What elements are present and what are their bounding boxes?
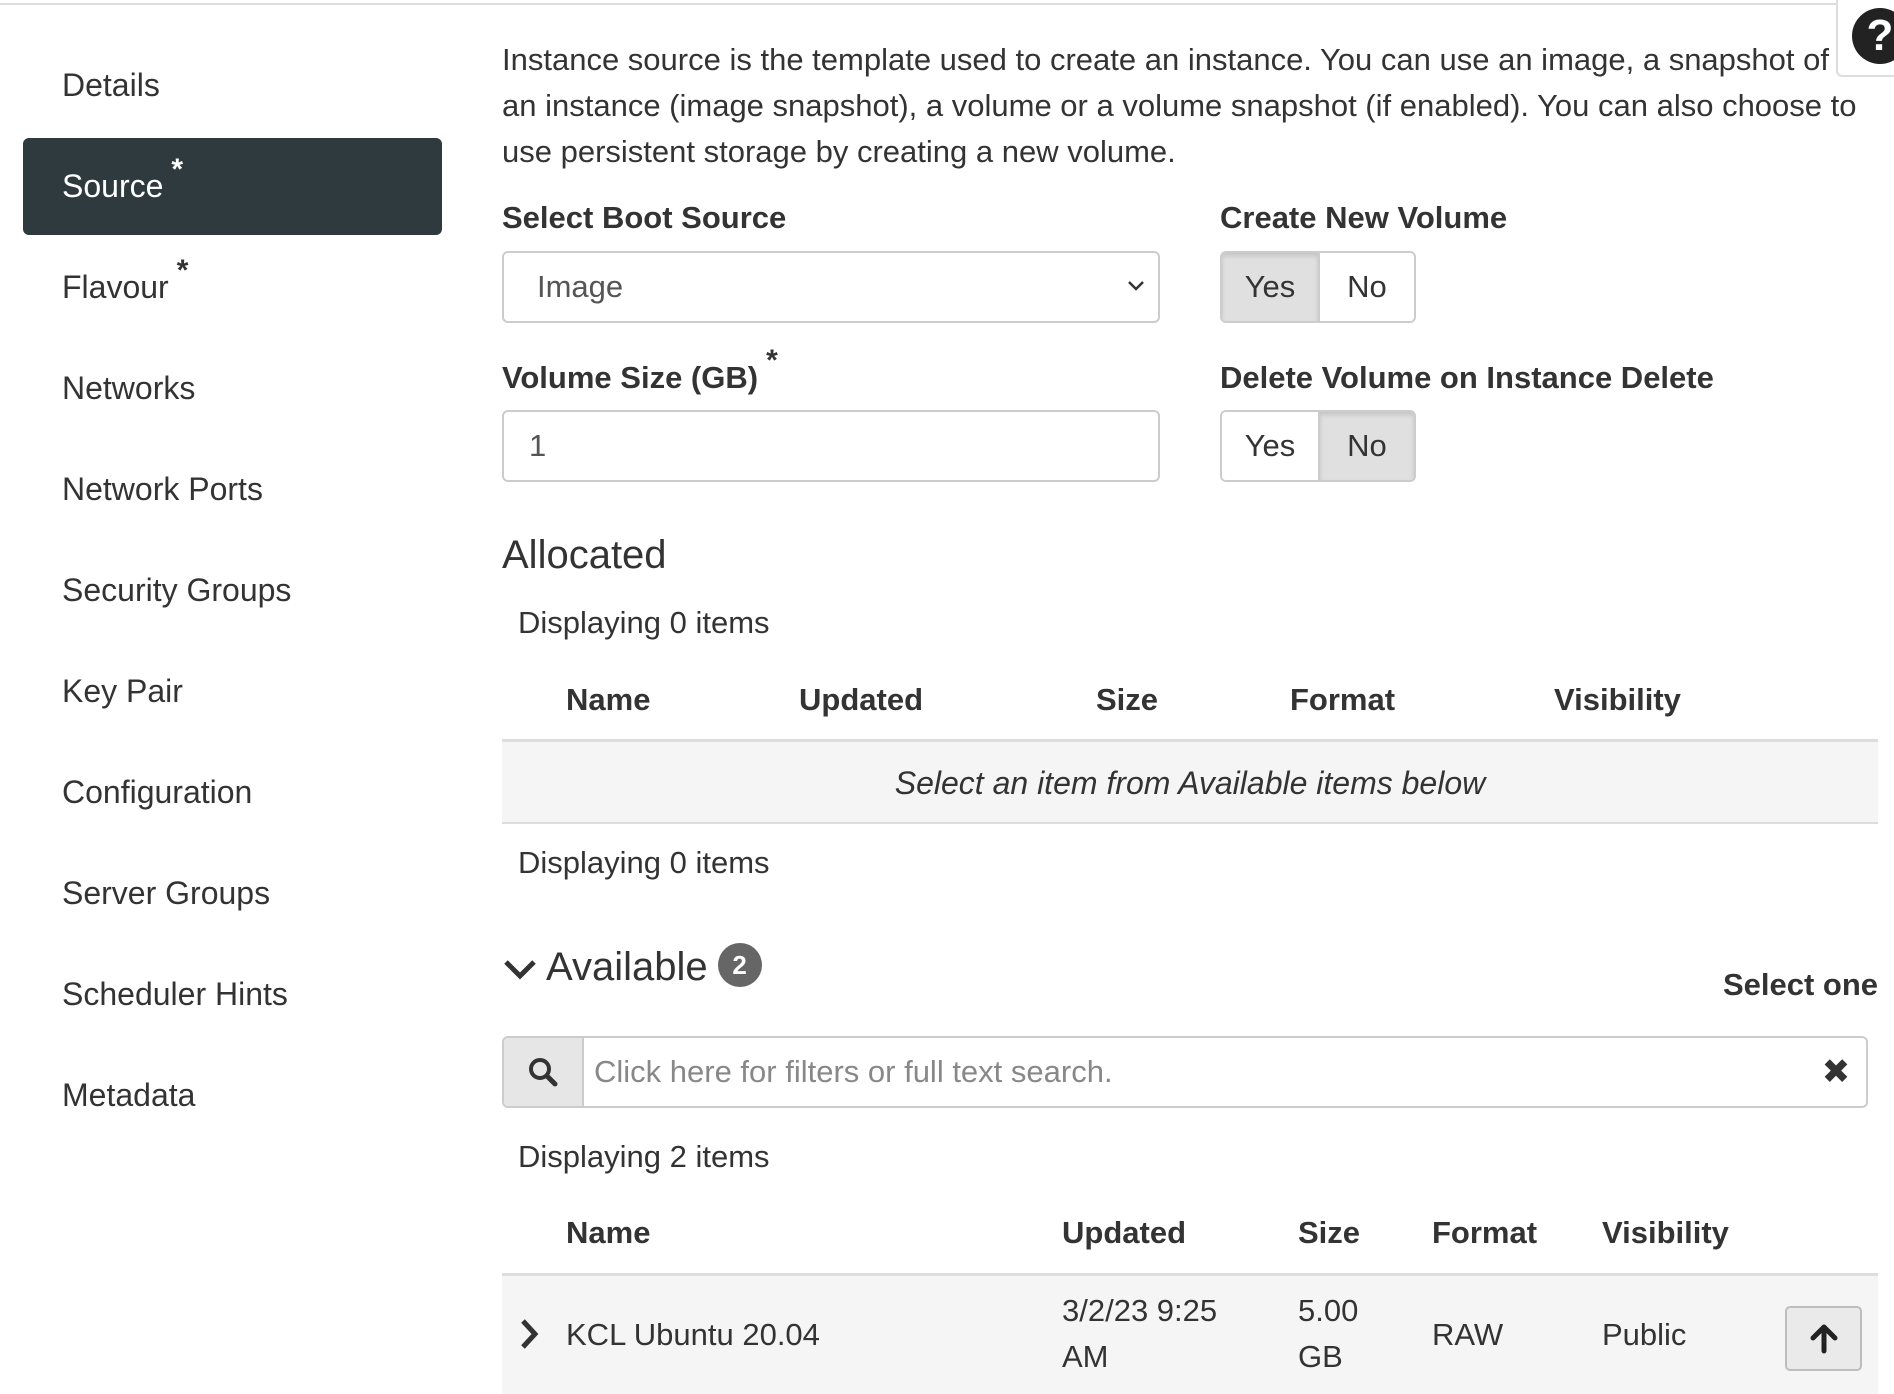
sidebar-item-label: Key Pair: [62, 673, 183, 709]
allocated-col-updated[interactable]: Updated: [799, 682, 923, 718]
row-format: RAW: [1432, 1317, 1504, 1352]
allocated-col-name[interactable]: Name: [566, 682, 650, 718]
volume-size-input[interactable]: 1: [502, 410, 1160, 482]
allocated-col-visibility[interactable]: Visibility: [1554, 682, 1681, 718]
intro-text: Instance source is the template used to …: [502, 42, 1857, 169]
available-count-badge: 2: [717, 943, 762, 988]
boot-source-label: Select Boot Source: [502, 200, 787, 235]
sidebar-item-scheduler-hints[interactable]: Scheduler Hints: [23, 946, 442, 1043]
boot-source-value: Image: [537, 269, 624, 304]
delete-volume-toggle: Yes No: [1220, 410, 1416, 482]
available-col-visibility[interactable]: Visibility: [1602, 1215, 1729, 1251]
available-col-name[interactable]: Name: [566, 1215, 650, 1251]
row-size: 5.00 GB: [1298, 1288, 1358, 1380]
row-updated-period: AM: [1062, 1339, 1109, 1374]
create-volume-label: Create New Volume: [1220, 200, 1508, 235]
create-volume-toggle: Yes No: [1220, 251, 1416, 323]
table-row[interactable]: KCL Ubuntu 20.04 3/2/23 9:25 AM 5.00 GB …: [502, 1276, 1878, 1394]
sidebar-item-configuration[interactable]: Configuration: [23, 744, 442, 841]
search-icon: [529, 1058, 558, 1087]
row-visibility: Public: [1602, 1317, 1687, 1352]
chevron-down-icon: [1128, 281, 1144, 291]
sidebar-item-label: Scheduler Hints: [62, 976, 288, 1012]
allocated-col-format[interactable]: Format: [1290, 682, 1395, 718]
top-divider: [0, 0, 1836, 5]
sidebar-item-label: Security Groups: [62, 572, 292, 608]
allocated-empty-message: Select an item from Available items belo…: [502, 742, 1878, 824]
wizard-sidebar: Details Source * Flavour * Networks Networ…: [23, 37, 442, 1148]
search-bar: Click here for filters or full text sear…: [502, 1036, 1868, 1108]
row-updated-date: 3/2/23 9:25: [1062, 1293, 1218, 1328]
available-title: Available: [546, 945, 708, 989]
sidebar-item-source[interactable]: Source *: [23, 138, 442, 235]
available-col-format[interactable]: Format: [1432, 1215, 1537, 1251]
sidebar-item-server-groups[interactable]: Server Groups: [23, 845, 442, 942]
sidebar-item-label: Server Groups: [62, 875, 271, 911]
delete-volume-yes-button[interactable]: Yes: [1222, 412, 1318, 480]
allocate-button[interactable]: [1785, 1306, 1862, 1371]
required-marker: *: [171, 153, 184, 186]
clear-search-icon[interactable]: ✖: [1806, 1038, 1866, 1106]
sidebar-item-label: Metadata: [62, 1077, 196, 1113]
sidebar-item-metadata[interactable]: Metadata: [23, 1047, 442, 1144]
delete-volume-no-button[interactable]: No: [1318, 412, 1414, 480]
volume-size-label: Volume Size (GB) *: [502, 344, 778, 396]
arrow-up-icon: [1810, 1324, 1837, 1353]
row-size-value: 5.00: [1298, 1293, 1359, 1328]
volume-size-label-text: Volume Size (GB): [502, 360, 759, 395]
sidebar-item-key-pair[interactable]: Key Pair: [23, 643, 442, 740]
required-marker: *: [176, 254, 189, 287]
sidebar-item-label: Flavour: [62, 269, 169, 305]
allocated-col-size[interactable]: Size: [1096, 682, 1158, 718]
delete-volume-label: Delete Volume on Instance Delete: [1220, 360, 1714, 395]
row-size-unit: GB: [1298, 1339, 1343, 1374]
search-input[interactable]: Click here for filters or full text sear…: [584, 1038, 1806, 1106]
sidebar-item-networks[interactable]: Networks: [23, 340, 442, 437]
create-volume-yes-button[interactable]: Yes: [1222, 253, 1318, 321]
sidebar-item-network-ports[interactable]: Network Ports: [23, 441, 442, 538]
launch-instance-page: ? Details Source * Flavour * Networks Netw…: [0, 0, 1894, 1394]
required-marker: *: [766, 344, 778, 377]
sidebar-item-flavour[interactable]: Flavour *: [23, 239, 442, 336]
available-count: Displaying 2 items: [518, 1139, 770, 1174]
available-heading[interactable]: Available 2: [502, 943, 762, 991]
search-icon-addon[interactable]: [504, 1038, 584, 1106]
create-volume-no-button[interactable]: No: [1318, 253, 1414, 321]
select-one-hint: Select one: [1722, 967, 1878, 1002]
allocated-count-top: Displaying 0 items: [518, 605, 770, 640]
chevron-down-icon: [504, 960, 536, 980]
sidebar-item-details[interactable]: Details: [23, 37, 442, 134]
allocated-count-bottom: Displaying 0 items: [518, 845, 770, 880]
sidebar-item-label: Network Ports: [62, 471, 263, 507]
row-updated: 3/2/23 9:25 AM: [1062, 1288, 1217, 1380]
available-col-size[interactable]: Size: [1298, 1215, 1360, 1251]
sidebar-item-label: Configuration: [62, 774, 253, 810]
sidebar-item-label: Source: [62, 168, 164, 204]
allocated-heading: Allocated: [502, 533, 667, 577]
row-name: KCL Ubuntu 20.04: [566, 1317, 820, 1352]
boot-source-select[interactable]: Image: [502, 251, 1160, 323]
sidebar-item-security-groups[interactable]: Security Groups: [23, 542, 442, 639]
available-col-updated[interactable]: Updated: [1062, 1215, 1186, 1251]
sidebar-item-label: Networks: [62, 370, 196, 406]
chevron-right-icon[interactable]: [516, 1316, 542, 1352]
sidebar-item-label: Details: [62, 67, 160, 103]
